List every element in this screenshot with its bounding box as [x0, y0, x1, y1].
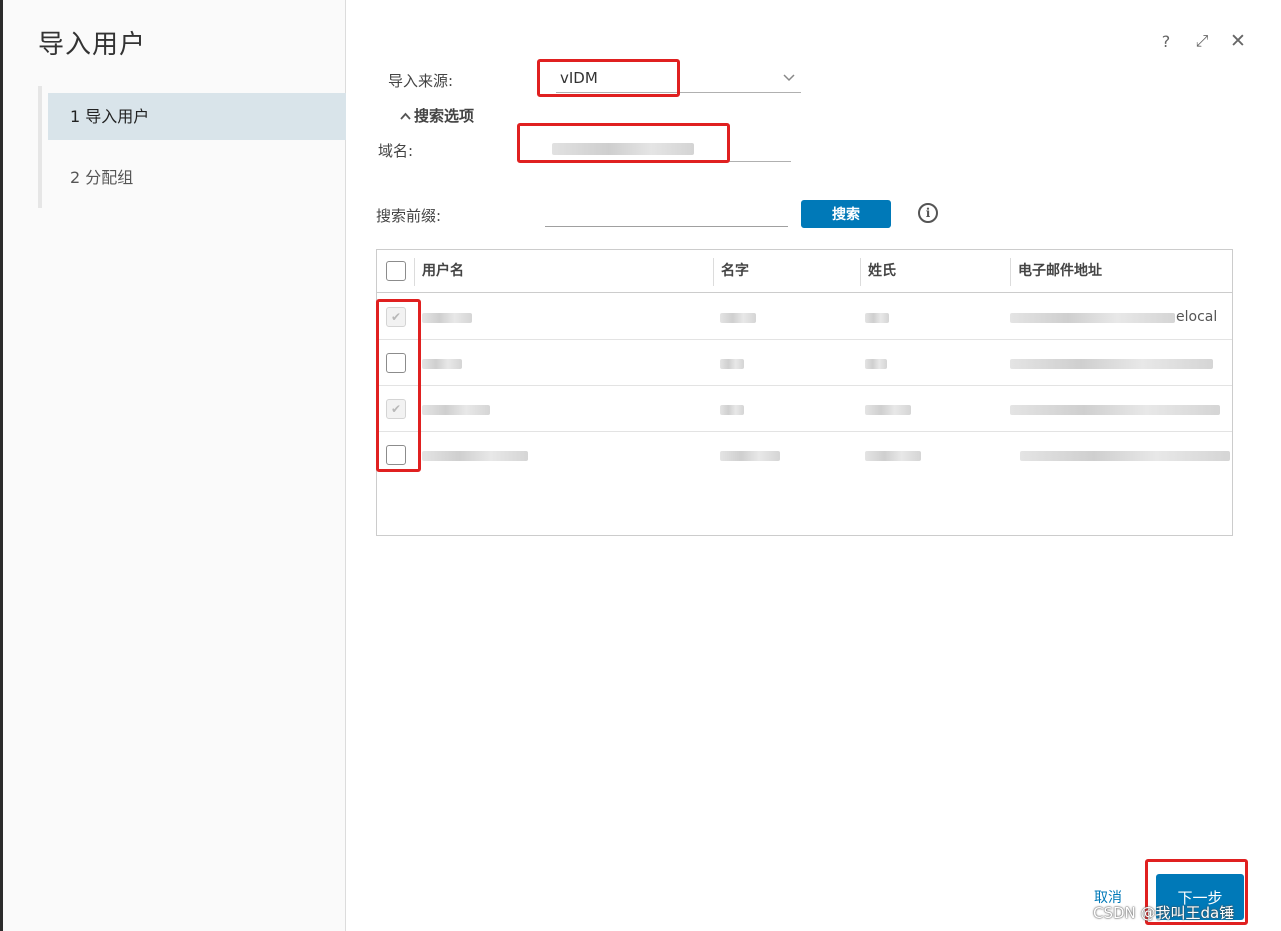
email-redacted — [1010, 359, 1213, 369]
search-button[interactable]: 搜索 — [801, 200, 891, 228]
first-name-redacted — [720, 313, 756, 323]
username-redacted — [422, 405, 490, 415]
row-checkbox[interactable] — [386, 353, 406, 373]
last-name-redacted — [865, 405, 911, 415]
table-row[interactable] — [377, 432, 1232, 478]
column-separator — [713, 258, 714, 286]
source-select[interactable]: vIDM — [556, 64, 801, 93]
last-name-redacted — [865, 313, 889, 323]
expand-icon[interactable]: ⤢ — [1192, 31, 1212, 51]
email-redacted — [1010, 405, 1220, 415]
dialog-header-icons: ? ⤢ ✕ — [1156, 30, 1248, 52]
domain-label: 域名: — [378, 142, 414, 160]
email-redacted — [1010, 313, 1175, 323]
users-datagrid: 用户名 名字 姓氏 电子邮件地址 ✔ elocal ✔ — [376, 249, 1233, 536]
info-icon[interactable]: i — [918, 203, 938, 223]
row-checkbox[interactable] — [386, 445, 406, 465]
domain-value-redacted — [552, 143, 694, 155]
column-header-username[interactable]: 用户名 — [416, 250, 464, 293]
search-options-toggle[interactable]: 搜索选项 — [400, 105, 474, 126]
source-select-value: vIDM — [560, 69, 598, 87]
wizard-title: 导入用户 — [38, 30, 147, 60]
search-options-label: 搜索选项 — [414, 107, 475, 125]
row-checkbox-checked-disabled: ✔ — [386, 399, 406, 419]
watermark: CSDN @我叫王da锤 — [1093, 904, 1235, 922]
step-assign-groups[interactable]: 2 分配组 — [48, 154, 346, 201]
wizard-sidebar: 导入用户 1 导入用户 2 分配组 — [3, 0, 346, 931]
chevron-down-icon — [783, 64, 795, 102]
steps-rail — [38, 86, 42, 208]
table-row[interactable]: ✔ — [377, 386, 1232, 432]
username-redacted — [422, 451, 528, 461]
username-redacted — [422, 313, 472, 323]
column-header-email[interactable]: 电子邮件地址 — [1012, 250, 1102, 293]
table-row[interactable] — [377, 340, 1232, 386]
column-separator — [414, 258, 415, 286]
table-row[interactable]: ✔ elocal — [377, 294, 1232, 340]
row-checkbox-checked-disabled: ✔ — [386, 307, 406, 327]
source-label: 导入来源: — [388, 72, 454, 90]
close-icon[interactable]: ✕ — [1228, 30, 1248, 52]
select-all-checkbox[interactable] — [386, 261, 406, 281]
column-separator — [860, 258, 861, 286]
search-prefix-label: 搜索前缀: — [376, 207, 442, 225]
email-suffix: elocal — [1176, 309, 1218, 325]
chevron-up-icon — [400, 111, 411, 124]
column-header-last-name[interactable]: 姓氏 — [862, 250, 896, 293]
email-redacted — [1020, 451, 1230, 461]
first-name-redacted — [720, 405, 744, 415]
last-name-redacted — [865, 451, 921, 461]
column-separator — [1010, 258, 1011, 286]
column-header-first-name[interactable]: 名字 — [715, 250, 749, 293]
first-name-redacted — [720, 359, 744, 369]
help-icon[interactable]: ? — [1156, 31, 1176, 51]
step-import-users[interactable]: 1 导入用户 — [48, 93, 346, 140]
username-redacted — [422, 359, 462, 369]
first-name-redacted — [720, 451, 780, 461]
datagrid-header: 用户名 名字 姓氏 电子邮件地址 — [377, 250, 1232, 293]
search-prefix-input[interactable] — [545, 200, 788, 227]
last-name-redacted — [865, 359, 887, 369]
